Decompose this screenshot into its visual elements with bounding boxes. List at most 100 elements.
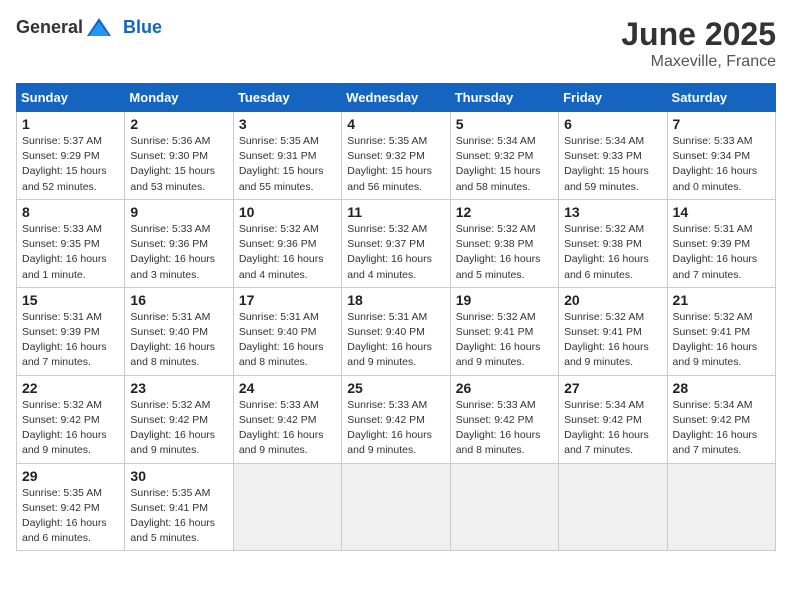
- calendar-day-cell: 10 Sunrise: 5:32 AM Sunset: 9:36 PM Dayli…: [233, 199, 341, 287]
- day-info: Sunrise: 5:33 AM Sunset: 9:42 PM Dayligh…: [456, 398, 553, 459]
- day-info: Sunrise: 5:31 AM Sunset: 9:40 PM Dayligh…: [347, 310, 444, 371]
- day-number: 10: [239, 204, 336, 220]
- day-info: Sunrise: 5:36 AM Sunset: 9:30 PM Dayligh…: [130, 134, 227, 195]
- calendar-week-row: 29Sunrise: 5:35 AM Sunset: 9:42 PM Dayli…: [17, 463, 776, 551]
- day-info: Sunrise: 5:33 AM Sunset: 9:35 PM Dayligh…: [22, 222, 119, 283]
- day-info: Sunrise: 5:31 AM Sunset: 9:40 PM Dayligh…: [130, 310, 227, 371]
- calendar-day-cell: 28Sunrise: 5:34 AM Sunset: 9:42 PM Dayli…: [667, 375, 775, 463]
- day-info: Sunrise: 5:32 AM Sunset: 9:38 PM Dayligh…: [564, 222, 661, 283]
- calendar-header-monday: Monday: [125, 84, 233, 112]
- day-info: Sunrise: 5:32 AM Sunset: 9:38 PM Dayligh…: [456, 222, 553, 283]
- day-info: Sunrise: 5:32 AM Sunset: 9:36 PM Dayligh…: [239, 222, 336, 283]
- calendar-day-cell: 23 Sunrise: 5:32 AM Sunset: 9:42 PM Dayli…: [125, 375, 233, 463]
- calendar-day-cell: 6 Sunrise: 5:34 AM Sunset: 9:33 PM Daylig…: [559, 112, 667, 200]
- calendar-day-cell: 25Sunrise: 5:33 AM Sunset: 9:42 PM Dayli…: [342, 375, 450, 463]
- day-info: Sunrise: 5:32 AM Sunset: 9:41 PM Dayligh…: [564, 310, 661, 371]
- day-number: 19: [456, 292, 553, 308]
- day-number: 29: [22, 468, 119, 484]
- day-number: 4: [347, 116, 444, 132]
- day-info: Sunrise: 5:37 AM Sunset: 9:29 PM Dayligh…: [22, 134, 119, 195]
- calendar-week-row: 8 Sunrise: 5:33 AM Sunset: 9:35 PM Daylig…: [17, 199, 776, 287]
- calendar-day-cell: 26 Sunrise: 5:33 AM Sunset: 9:42 PM Dayli…: [450, 375, 558, 463]
- day-number: 15: [22, 292, 119, 308]
- day-info: Sunrise: 5:35 AM Sunset: 9:31 PM Dayligh…: [239, 134, 336, 195]
- calendar-empty-cell: [450, 463, 558, 551]
- day-number: 7: [673, 116, 770, 132]
- day-info: Sunrise: 5:34 AM Sunset: 9:33 PM Dayligh…: [564, 134, 661, 195]
- calendar-day-cell: 16 Sunrise: 5:31 AM Sunset: 9:40 PM Dayli…: [125, 287, 233, 375]
- location-title: Maxeville, France: [621, 53, 776, 71]
- day-number: 14: [673, 204, 770, 220]
- calendar-day-cell: 2 Sunrise: 5:36 AM Sunset: 9:30 PM Daylig…: [125, 112, 233, 200]
- logo-general: General: [16, 17, 83, 38]
- day-number: 30: [130, 468, 227, 484]
- day-info: Sunrise: 5:33 AM Sunset: 9:42 PM Dayligh…: [239, 398, 336, 459]
- calendar-day-cell: 18 Sunrise: 5:31 AM Sunset: 9:40 PM Dayli…: [342, 287, 450, 375]
- logo: General Blue: [16, 16, 162, 38]
- calendar-day-cell: 29Sunrise: 5:35 AM Sunset: 9:42 PM Dayli…: [17, 463, 125, 551]
- calendar-week-row: 22 Sunrise: 5:32 AM Sunset: 9:42 PM Dayli…: [17, 375, 776, 463]
- day-number: 1: [22, 116, 119, 132]
- calendar-day-cell: 14 Sunrise: 5:31 AM Sunset: 9:39 PM Dayli…: [667, 199, 775, 287]
- calendar-week-row: 15 Sunrise: 5:31 AM Sunset: 9:39 PM Dayli…: [17, 287, 776, 375]
- calendar-day-cell: 15 Sunrise: 5:31 AM Sunset: 9:39 PM Dayli…: [17, 287, 125, 375]
- day-info: Sunrise: 5:34 AM Sunset: 9:42 PM Dayligh…: [673, 398, 770, 459]
- day-number: 22: [22, 380, 119, 396]
- calendar-day-cell: 9 Sunrise: 5:33 AM Sunset: 9:36 PM Daylig…: [125, 199, 233, 287]
- day-info: Sunrise: 5:33 AM Sunset: 9:34 PM Dayligh…: [673, 134, 770, 195]
- calendar-header-friday: Friday: [559, 84, 667, 112]
- calendar-day-cell: 7 Sunrise: 5:33 AM Sunset: 9:34 PM Daylig…: [667, 112, 775, 200]
- day-number: 8: [22, 204, 119, 220]
- day-number: 24: [239, 380, 336, 396]
- day-info: Sunrise: 5:32 AM Sunset: 9:37 PM Dayligh…: [347, 222, 444, 283]
- month-title: June 2025: [621, 16, 776, 53]
- calendar-day-cell: 19 Sunrise: 5:32 AM Sunset: 9:41 PM Dayli…: [450, 287, 558, 375]
- calendar-day-cell: 3Sunrise: 5:35 AM Sunset: 9:31 PM Daylig…: [233, 112, 341, 200]
- day-number: 12: [456, 204, 553, 220]
- calendar-header-tuesday: Tuesday: [233, 84, 341, 112]
- logo-icon: [85, 16, 113, 38]
- day-number: 11: [347, 204, 444, 220]
- day-info: Sunrise: 5:33 AM Sunset: 9:36 PM Dayligh…: [130, 222, 227, 283]
- calendar-day-cell: 11 Sunrise: 5:32 AM Sunset: 9:37 PM Dayli…: [342, 199, 450, 287]
- day-number: 18: [347, 292, 444, 308]
- calendar-day-cell: 4 Sunrise: 5:35 AM Sunset: 9:32 PM Daylig…: [342, 112, 450, 200]
- day-number: 16: [130, 292, 227, 308]
- day-number: 5: [456, 116, 553, 132]
- day-info: Sunrise: 5:32 AM Sunset: 9:41 PM Dayligh…: [456, 310, 553, 371]
- day-info: Sunrise: 5:35 AM Sunset: 9:41 PM Dayligh…: [130, 486, 227, 547]
- calendar-day-cell: 17Sunrise: 5:31 AM Sunset: 9:40 PM Dayli…: [233, 287, 341, 375]
- calendar-table: SundayMondayTuesdayWednesdayThursdayFrid…: [16, 83, 776, 551]
- calendar-day-cell: 13 Sunrise: 5:32 AM Sunset: 9:38 PM Dayli…: [559, 199, 667, 287]
- day-number: 23: [130, 380, 227, 396]
- day-info: Sunrise: 5:34 AM Sunset: 9:42 PM Dayligh…: [564, 398, 661, 459]
- day-info: Sunrise: 5:32 AM Sunset: 9:42 PM Dayligh…: [130, 398, 227, 459]
- day-number: 13: [564, 204, 661, 220]
- day-number: 6: [564, 116, 661, 132]
- day-info: Sunrise: 5:34 AM Sunset: 9:32 PM Dayligh…: [456, 134, 553, 195]
- calendar-day-cell: 20 Sunrise: 5:32 AM Sunset: 9:41 PM Dayli…: [559, 287, 667, 375]
- day-number: 9: [130, 204, 227, 220]
- calendar-empty-cell: [342, 463, 450, 551]
- calendar-week-row: 1 Sunrise: 5:37 AM Sunset: 9:29 PM Daylig…: [17, 112, 776, 200]
- calendar-empty-cell: [559, 463, 667, 551]
- day-number: 25: [347, 380, 444, 396]
- calendar-day-cell: 22Sunrise: 5:32 AM Sunset: 9:42 PM Dayli…: [17, 375, 125, 463]
- day-info: Sunrise: 5:31 AM Sunset: 9:39 PM Dayligh…: [673, 222, 770, 283]
- calendar-day-cell: 8 Sunrise: 5:33 AM Sunset: 9:35 PM Daylig…: [17, 199, 125, 287]
- calendar-header-wednesday: Wednesday: [342, 84, 450, 112]
- calendar-day-cell: 5 Sunrise: 5:34 AM Sunset: 9:32 PM Daylig…: [450, 112, 558, 200]
- day-info: Sunrise: 5:31 AM Sunset: 9:40 PM Dayligh…: [239, 310, 336, 371]
- title-block: June 2025 Maxeville, France: [621, 16, 776, 71]
- day-info: Sunrise: 5:31 AM Sunset: 9:39 PM Dayligh…: [22, 310, 119, 371]
- calendar-day-cell: 24 Sunrise: 5:33 AM Sunset: 9:42 PM Dayli…: [233, 375, 341, 463]
- calendar-day-cell: 30 Sunrise: 5:35 AM Sunset: 9:41 PM Dayli…: [125, 463, 233, 551]
- day-number: 21: [673, 292, 770, 308]
- day-number: 26: [456, 380, 553, 396]
- day-number: 20: [564, 292, 661, 308]
- calendar-header-row: SundayMondayTuesdayWednesdayThursdayFrid…: [17, 84, 776, 112]
- day-info: Sunrise: 5:35 AM Sunset: 9:32 PM Dayligh…: [347, 134, 444, 195]
- day-number: 27: [564, 380, 661, 396]
- calendar-empty-cell: [233, 463, 341, 551]
- day-number: 2: [130, 116, 227, 132]
